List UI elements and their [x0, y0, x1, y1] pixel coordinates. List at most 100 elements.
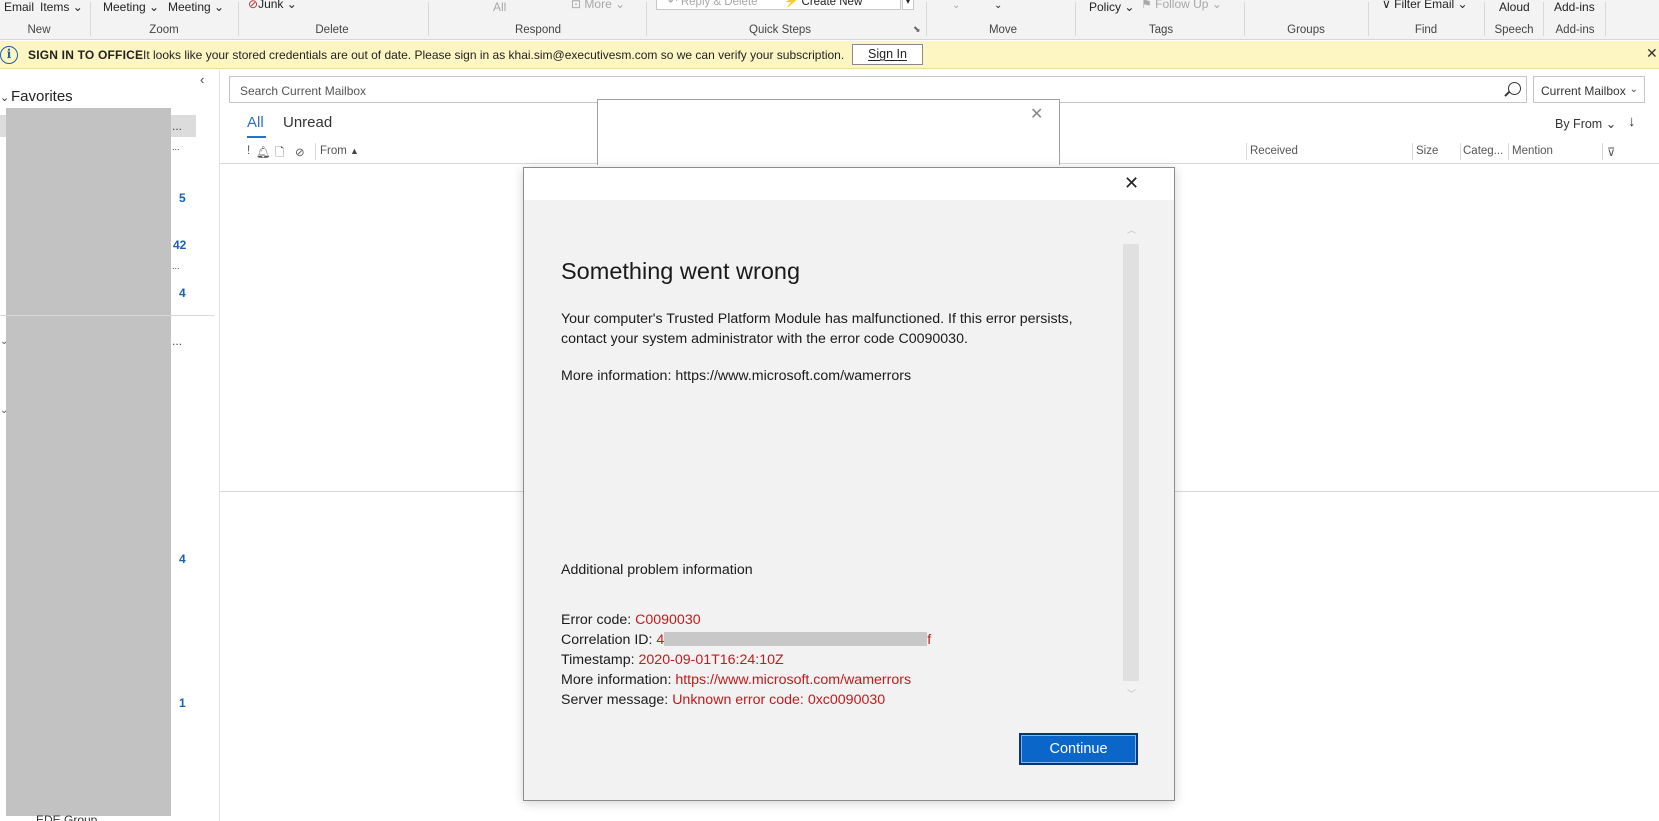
- junk-label: Junk: [258, 0, 284, 11]
- chevron-down-icon[interactable]: ⌄: [0, 405, 8, 416]
- dialog-message: Your computer's Trusted Platform Module …: [561, 311, 1073, 347]
- continue-button[interactable]: Continue: [1019, 733, 1138, 765]
- tab-all[interactable]: All: [247, 114, 264, 131]
- email-button[interactable]: Email: [4, 0, 34, 14]
- folder-pane: ‹ ⌄ Favorites ... ... ... ... 5 42 4 ⌄ ⌄ …: [0, 70, 220, 821]
- folder-divider: [0, 315, 214, 316]
- close-icon[interactable]: ✕: [1646, 45, 1658, 62]
- quick-steps-more-button[interactable]: ▾: [902, 0, 914, 10]
- follow-up-button[interactable]: ⚑ Follow Up ⌄: [1141, 0, 1222, 11]
- sign-in-infobar: i SIGN IN TO OFFICE It looks like your s…: [0, 41, 1659, 69]
- error-code-label: Error code:: [561, 612, 636, 628]
- search-scope-dropdown[interactable]: Current Mailbox ⌄: [1533, 76, 1645, 103]
- column-divider: [1246, 143, 1247, 160]
- dialog-titlebar: [524, 168, 1174, 200]
- ribbon-divider: [90, 2, 91, 36]
- policy-label: Policy: [1089, 0, 1122, 14]
- folder-item[interactable]: EDE Group: [36, 813, 97, 821]
- more-info-link[interactable]: https://www.microsoft.com/wamerrors: [675, 672, 911, 688]
- column-filter-icon[interactable]: ⊽: [1607, 145, 1615, 159]
- quickstep-create-new[interactable]: ⚡ Create New: [784, 0, 862, 8]
- junk-button[interactable]: ⊘Junk ⌄: [248, 0, 297, 11]
- folder-truncation: ...: [172, 142, 180, 152]
- column-divider: [1508, 143, 1509, 160]
- meeting-button-1[interactable]: Meeting ⌄: [103, 0, 159, 14]
- server-message-value: Unknown error code: 0xc0090030: [672, 692, 886, 708]
- chevron-down-icon: ⌄: [1457, 0, 1468, 11]
- reminder-bell-icon[interactable]: 🔔︎: [256, 145, 271, 159]
- ribbon-divider: [926, 2, 927, 36]
- more-button[interactable]: ⊡ More ⌄: [571, 0, 625, 11]
- info-icon: i: [0, 46, 18, 64]
- arrange-by-dropdown[interactable]: By From ⌄: [1555, 116, 1616, 131]
- unread-count: 42: [173, 238, 187, 252]
- meeting-button-2[interactable]: Meeting ⌄: [168, 0, 224, 14]
- mention-column[interactable]: Mention: [1512, 145, 1553, 157]
- column-divider: [315, 143, 316, 160]
- dialog-scrollbar[interactable]: [1123, 244, 1139, 681]
- search-input[interactable]: Search Current Mailbox: [240, 84, 366, 98]
- chevron-down-icon: ⌄: [72, 0, 83, 14]
- document-icon[interactable]: 🗋: [275, 145, 284, 164]
- meeting-label-1: Meeting: [103, 0, 146, 14]
- filter-email-button[interactable]: ⊽ Filter Email ⌄: [1382, 0, 1468, 11]
- chevron-down-icon: ⌄: [1211, 0, 1222, 11]
- active-tab-indicator: [247, 136, 266, 138]
- filter-icon: ⊽: [1382, 0, 1391, 11]
- policy-button[interactable]: Policy ⌄: [1089, 0, 1134, 14]
- sort-direction-icon[interactable]: ↓: [1628, 113, 1636, 130]
- flag-icon: ⚑: [1141, 0, 1152, 11]
- scroll-down-icon[interactable]: ﹀: [1127, 687, 1136, 700]
- categories-column[interactable]: Categ...: [1463, 145, 1503, 157]
- redacted-folder-names: [6, 108, 171, 816]
- size-column[interactable]: Size: [1416, 145, 1438, 157]
- scroll-up-icon[interactable]: ︿: [1127, 223, 1136, 236]
- quickstep-reply-delete[interactable]: ↶ Reply & Delete: [668, 0, 758, 8]
- group-groups-label: Groups: [1287, 24, 1325, 36]
- importance-column[interactable]: !: [247, 145, 250, 157]
- timestamp-line: Timestamp: 2020-09-01T16:24:10Z: [561, 650, 931, 670]
- correlation-id-label: Correlation ID:: [561, 632, 657, 648]
- timestamp-label: Timestamp:: [561, 652, 639, 668]
- attachment-icon[interactable]: ⊘: [295, 145, 305, 159]
- tab-unread[interactable]: Unread: [283, 114, 332, 131]
- collapse-pane-icon[interactable]: ‹: [200, 72, 204, 87]
- search-scope-label: Current Mailbox: [1541, 84, 1626, 98]
- infobar-message: It looks like your stored credentials ar…: [143, 48, 845, 62]
- redacted-correlation-id: [664, 632, 928, 646]
- from-column[interactable]: From ▲: [320, 145, 359, 157]
- chevron-down-icon[interactable]: ⌄: [0, 336, 8, 347]
- more-respond-icon: ⊡: [571, 0, 582, 11]
- get-addins-button[interactable]: Add-ins: [1554, 0, 1595, 14]
- ribbon-divider: [1484, 2, 1485, 36]
- group-quicksteps-label: Quick Steps: [749, 24, 811, 36]
- favorites-label: Favorites: [11, 88, 73, 105]
- move-dropdown-1[interactable]: ⌄: [952, 0, 960, 11]
- move-dropdown-2[interactable]: ⌄: [994, 0, 1002, 11]
- dialog-launcher-icon[interactable]: ⬊: [913, 24, 921, 35]
- timestamp-value: 2020-09-01T16:24:10Z: [638, 652, 784, 668]
- chevron-down-icon: ⌄: [615, 0, 626, 11]
- received-column[interactable]: Received: [1250, 145, 1298, 157]
- items-button[interactable]: Items ⌄: [40, 0, 83, 14]
- chevron-down-icon: ⌄: [286, 0, 297, 11]
- unread-count: 5: [179, 191, 186, 205]
- server-message-label: Server message:: [561, 692, 673, 708]
- group-tags-label: Tags: [1148, 24, 1174, 36]
- group-respond-label: Respond: [514, 24, 562, 36]
- reply-all-button[interactable]: All: [493, 0, 506, 14]
- sign-in-button[interactable]: Sign In: [852, 44, 923, 65]
- favorites-header[interactable]: ⌄ Favorites: [0, 88, 73, 105]
- search-icon[interactable]: [1508, 82, 1521, 95]
- correlation-id-line: Correlation ID: 4 f: [561, 630, 931, 650]
- dialog-title: Something went wrong: [561, 258, 801, 284]
- close-icon[interactable]: ✕: [1124, 173, 1139, 194]
- reply-delete-label: Reply & Delete: [680, 0, 758, 8]
- ribbon-divider: [1543, 2, 1544, 36]
- folder-truncation: ...: [172, 334, 183, 348]
- read-aloud-button[interactable]: Aloud: [1499, 0, 1530, 14]
- unread-count: 4: [179, 552, 186, 566]
- additional-info-heading: Additional problem information: [561, 562, 753, 578]
- error-dialog: ✕ Something went wrong Your computer's T…: [523, 167, 1175, 801]
- close-icon[interactable]: ✕: [1030, 104, 1043, 124]
